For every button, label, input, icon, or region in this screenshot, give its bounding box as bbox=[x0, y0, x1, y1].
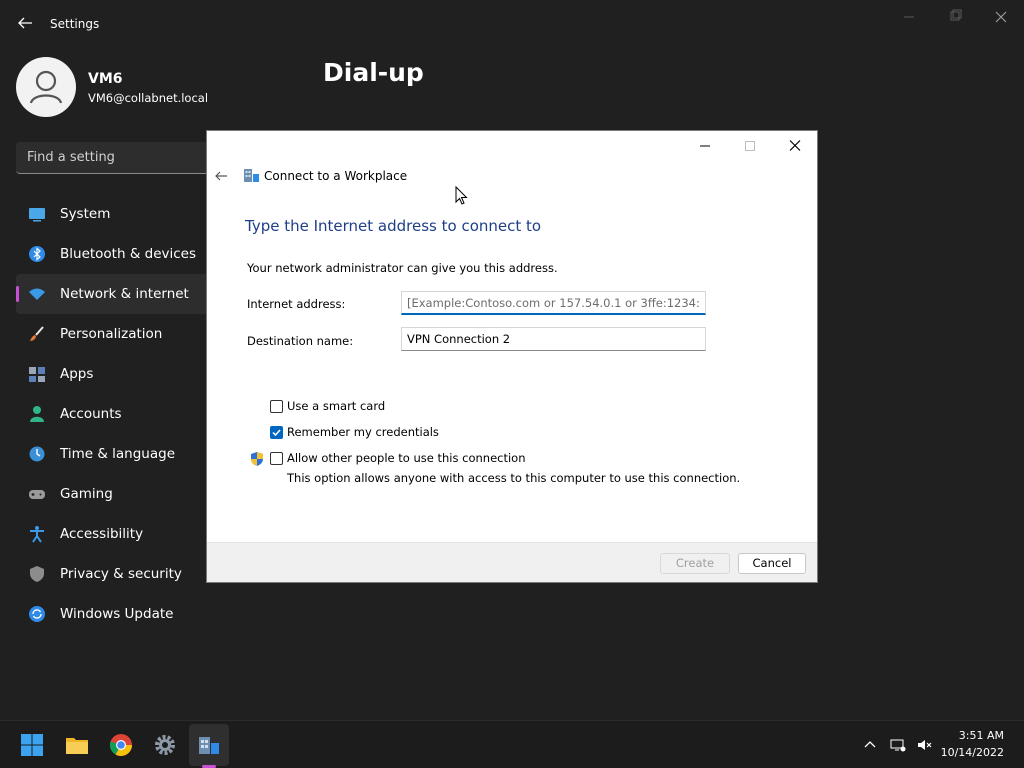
search-placeholder: Find a setting bbox=[27, 150, 115, 165]
sidebar-item-label: Personalization bbox=[60, 326, 163, 342]
sidebar-item-label: System bbox=[60, 206, 111, 222]
sidebar-item-label: Privacy & security bbox=[60, 566, 182, 582]
sidebar-item-network[interactable]: Network & internet bbox=[16, 274, 216, 314]
sidebar-item-personalization[interactable]: Personalization bbox=[16, 314, 216, 354]
remember-credentials-label: Remember my credentials bbox=[287, 425, 439, 439]
gamepad-icon bbox=[29, 490, 45, 499]
create-button[interactable]: Create bbox=[660, 553, 730, 574]
network-workplace-icon bbox=[244, 169, 259, 182]
sidebar-item-privacy-security[interactable]: Privacy & security bbox=[16, 554, 216, 594]
file-explorer-icon[interactable] bbox=[65, 733, 89, 757]
taskbar: 3:51 AM 10/14/2022 bbox=[0, 720, 1024, 768]
wifi-icon bbox=[29, 288, 45, 300]
avatar bbox=[16, 57, 76, 117]
internet-address-input[interactable] bbox=[401, 291, 706, 315]
destination-name-label: Destination name: bbox=[247, 334, 354, 348]
search-input[interactable]: Find a setting bbox=[16, 142, 216, 174]
dialog-back-arrow-icon[interactable] bbox=[213, 168, 229, 184]
dialog-heading: Type the Internet address to connect to bbox=[245, 217, 542, 235]
apps-icon bbox=[29, 367, 45, 382]
accessibility-icon bbox=[30, 526, 44, 543]
page-title: Dial-up bbox=[323, 58, 424, 87]
app-title: Settings bbox=[50, 17, 100, 31]
maximize-icon[interactable] bbox=[940, 8, 970, 26]
user-name: VM6 bbox=[88, 71, 123, 87]
settings-gear-icon[interactable] bbox=[153, 733, 177, 757]
clock-time[interactable]: 3:51 AM bbox=[959, 729, 1004, 742]
destination-name-input[interactable] bbox=[401, 327, 706, 351]
settings-title-bar: Settings bbox=[0, 0, 1024, 48]
sidebar-item-accessibility[interactable]: Accessibility bbox=[16, 514, 216, 554]
update-icon bbox=[29, 606, 45, 622]
active-indicator bbox=[16, 286, 19, 302]
mouse-cursor-icon bbox=[455, 186, 468, 205]
connect-workplace-dialog: Connect to a Workplace Type the Internet… bbox=[206, 130, 818, 583]
sidebar-item-label: Apps bbox=[60, 366, 94, 382]
dialog-title: Connect to a Workplace bbox=[264, 169, 408, 183]
cancel-button[interactable]: Cancel bbox=[738, 553, 806, 574]
uac-shield-icon bbox=[251, 452, 263, 466]
clock-date[interactable]: 10/14/2022 bbox=[941, 746, 1004, 759]
sidebar-item-windows-update[interactable]: Windows Update bbox=[16, 594, 216, 634]
sidebar-item-time-language[interactable]: Time & language bbox=[16, 434, 216, 474]
dialog-maximize-icon bbox=[745, 141, 755, 151]
chevron-up-icon[interactable] bbox=[862, 737, 878, 753]
remember-credentials-checkbox[interactable] bbox=[270, 426, 283, 439]
dialog-footer: Create Cancel bbox=[207, 542, 817, 582]
allow-others-label: Allow other people to use this connectio… bbox=[287, 451, 526, 465]
sidebar-item-gaming[interactable]: Gaming bbox=[16, 474, 216, 514]
network-tray-icon[interactable] bbox=[890, 737, 906, 753]
internet-address-label: Internet address: bbox=[247, 297, 346, 311]
volume-muted-icon[interactable] bbox=[916, 737, 932, 753]
sidebar-item-apps[interactable]: Apps bbox=[16, 354, 216, 394]
dialog-minimize-icon[interactable] bbox=[690, 137, 720, 155]
sidebar-item-label: Accounts bbox=[60, 406, 122, 422]
sidebar-item-label: Bluetooth & devices bbox=[60, 246, 197, 262]
chrome-icon[interactable] bbox=[109, 733, 133, 757]
person-icon bbox=[30, 406, 44, 422]
clock-globe-icon bbox=[29, 446, 45, 462]
sidebar-item-label: Time & language bbox=[60, 446, 176, 462]
dialog-close-icon[interactable] bbox=[780, 137, 810, 155]
allow-others-description: This option allows anyone with access to… bbox=[287, 471, 741, 485]
user-profile[interactable]: VM6 VM6@collabnet.local bbox=[16, 57, 276, 117]
sidebar-item-label: Gaming bbox=[60, 486, 113, 502]
sidebar-item-label: Network & internet bbox=[60, 286, 189, 302]
checkmark-icon bbox=[272, 429, 281, 437]
smart-card-checkbox[interactable] bbox=[270, 400, 283, 413]
close-icon[interactable] bbox=[986, 8, 1016, 26]
sidebar-item-label: Windows Update bbox=[60, 606, 174, 622]
sidebar-item-label: Accessibility bbox=[60, 526, 144, 542]
sidebar-item-system[interactable]: System bbox=[16, 194, 216, 234]
sidebar-item-accounts[interactable]: Accounts bbox=[16, 394, 216, 434]
sidebar-nav: System Bluetooth & devices Network & int… bbox=[16, 194, 216, 634]
monitor-icon bbox=[29, 208, 45, 222]
user-icon bbox=[29, 70, 63, 104]
smart-card-label: Use a smart card bbox=[287, 399, 386, 413]
dialog-description: Your network administrator can give you … bbox=[247, 261, 558, 275]
windows-start-icon[interactable] bbox=[20, 733, 44, 757]
brush-icon bbox=[30, 326, 44, 341]
connect-workplace-taskbar-icon[interactable] bbox=[197, 733, 221, 757]
allow-others-checkbox[interactable] bbox=[270, 452, 283, 465]
shield-icon bbox=[30, 566, 44, 582]
back-arrow-icon[interactable] bbox=[16, 14, 34, 32]
minimize-icon[interactable] bbox=[894, 8, 924, 26]
sidebar-item-bluetooth[interactable]: Bluetooth & devices bbox=[16, 234, 216, 274]
bluetooth-icon bbox=[29, 246, 45, 262]
user-email: VM6@collabnet.local bbox=[88, 91, 209, 105]
